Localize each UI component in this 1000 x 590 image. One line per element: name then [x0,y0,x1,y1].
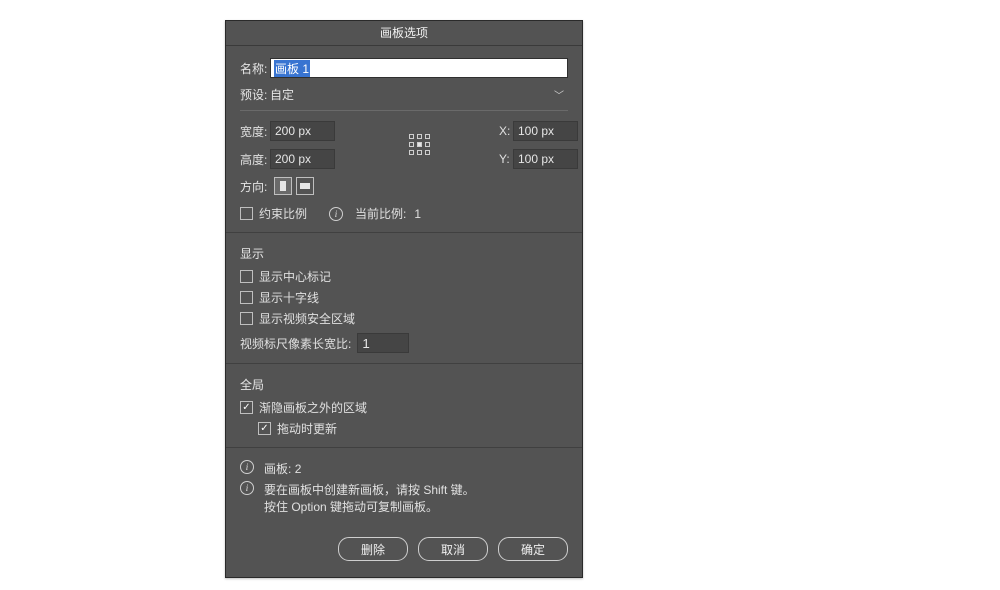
divider-3 [226,447,582,448]
show-center-checkbox[interactable] [240,270,253,283]
info-icon: i [240,481,254,495]
info-hint-line1: 要在画板中创建新画板，请按 Shift 键。 [264,483,475,497]
constrain-row: 约束比例 i 当前比例: 1 [240,205,568,222]
button-row: 删除 取消 确定 [240,519,568,561]
fade-outside-label: 渐隐画板之外的区域 [259,399,367,416]
name-row: 名称: 画板 1 [240,58,568,78]
fade-outside-checkbox[interactable] [240,401,253,414]
update-drag-checkbox[interactable] [258,422,271,435]
current-ratio-label: 当前比例: [355,205,406,222]
name-label: 名称: [240,60,270,77]
width-label: 宽度: [240,123,270,140]
preset-value: 自定 [270,86,294,103]
info-artboards-row: i 画板: 2 [240,460,568,477]
update-drag-label: 拖动时更新 [277,420,337,437]
refpoint-br[interactable] [425,150,430,155]
dimensions-grid: 宽度: X: 高度: Y: [240,121,568,169]
video-ratio-row: 视频标尺像素长宽比: [240,333,568,353]
name-value: 画板 1 [274,60,310,77]
delete-button[interactable]: 删除 [338,537,408,561]
y-label: Y: [499,152,513,166]
info-artboards-label: 画板: [264,462,291,476]
video-ratio-label: 视频标尺像素长宽比: [240,335,351,352]
name-input[interactable]: 画板 1 [270,58,568,78]
show-center-row: 显示中心标记 [240,268,568,285]
divider-2 [226,363,582,364]
info-hint-text: 要在画板中创建新画板，请按 Shift 键。 按住 Option 键拖动可复制画… [264,481,475,515]
refpoint-tc[interactable] [417,134,422,139]
y-input[interactable] [513,149,578,169]
divider-1 [226,232,582,233]
landscape-icon [300,183,310,189]
orientation-landscape-button[interactable] [296,177,314,195]
update-drag-row: 拖动时更新 [258,420,568,437]
constrain-label: 约束比例 [259,205,307,222]
cancel-button[interactable]: 取消 [418,537,488,561]
artboard-options-dialog: 画板选项 名称: 画板 1 预设: 自定 ﹀ 宽度: [225,20,583,578]
show-cross-label: 显示十字线 [259,289,319,306]
video-ratio-input[interactable] [357,333,409,353]
constrain-checkbox[interactable] [240,207,253,220]
display-section-title: 显示 [240,245,568,262]
info-hint-row: i 要在画板中创建新画板，请按 Shift 键。 按住 Option 键拖动可复… [240,481,568,515]
show-video-checkbox[interactable] [240,312,253,325]
show-cross-row: 显示十字线 [240,289,568,306]
height-input[interactable] [270,149,335,169]
preset-label: 预设: [240,86,270,103]
portrait-icon [280,181,286,191]
dialog-title: 画板选项 [226,21,582,46]
preset-dropdown[interactable]: 自定 ﹀ [270,84,568,104]
show-center-label: 显示中心标记 [259,268,331,285]
refpoint-bc[interactable] [417,150,422,155]
current-ratio-value: 1 [414,207,421,221]
refpoint-ml[interactable] [409,142,414,147]
reference-point-selector[interactable] [409,134,431,156]
info-artboards-count: 2 [295,462,302,476]
info-icon: i [240,460,254,474]
info-hint-line2: 按住 Option 键拖动可复制画板。 [264,500,438,514]
orientation-row: 方向: [240,177,568,195]
height-label: 高度: [240,151,270,168]
refpoint-tr[interactable] [425,134,430,139]
orientation-portrait-button[interactable] [274,177,292,195]
width-input[interactable] [270,121,335,141]
show-video-label: 显示视频安全区域 [259,310,355,327]
global-section-title: 全局 [240,376,568,393]
refpoint-mr[interactable] [425,142,430,147]
x-input[interactable] [513,121,578,141]
x-label: X: [499,124,513,138]
ok-button[interactable]: 确定 [498,537,568,561]
info-icon: i [329,207,343,221]
fade-outside-row: 渐隐画板之外的区域 [240,399,568,416]
show-video-row: 显示视频安全区域 [240,310,568,327]
dialog-body: 名称: 画板 1 预设: 自定 ﹀ 宽度: [226,46,582,577]
refpoint-bl[interactable] [409,150,414,155]
show-cross-checkbox[interactable] [240,291,253,304]
refpoint-center[interactable] [417,142,422,147]
orientation-label: 方向: [240,178,270,195]
preset-row: 预设: 自定 ﹀ [240,84,568,111]
refpoint-tl[interactable] [409,134,414,139]
chevron-down-icon: ﹀ [554,87,564,102]
